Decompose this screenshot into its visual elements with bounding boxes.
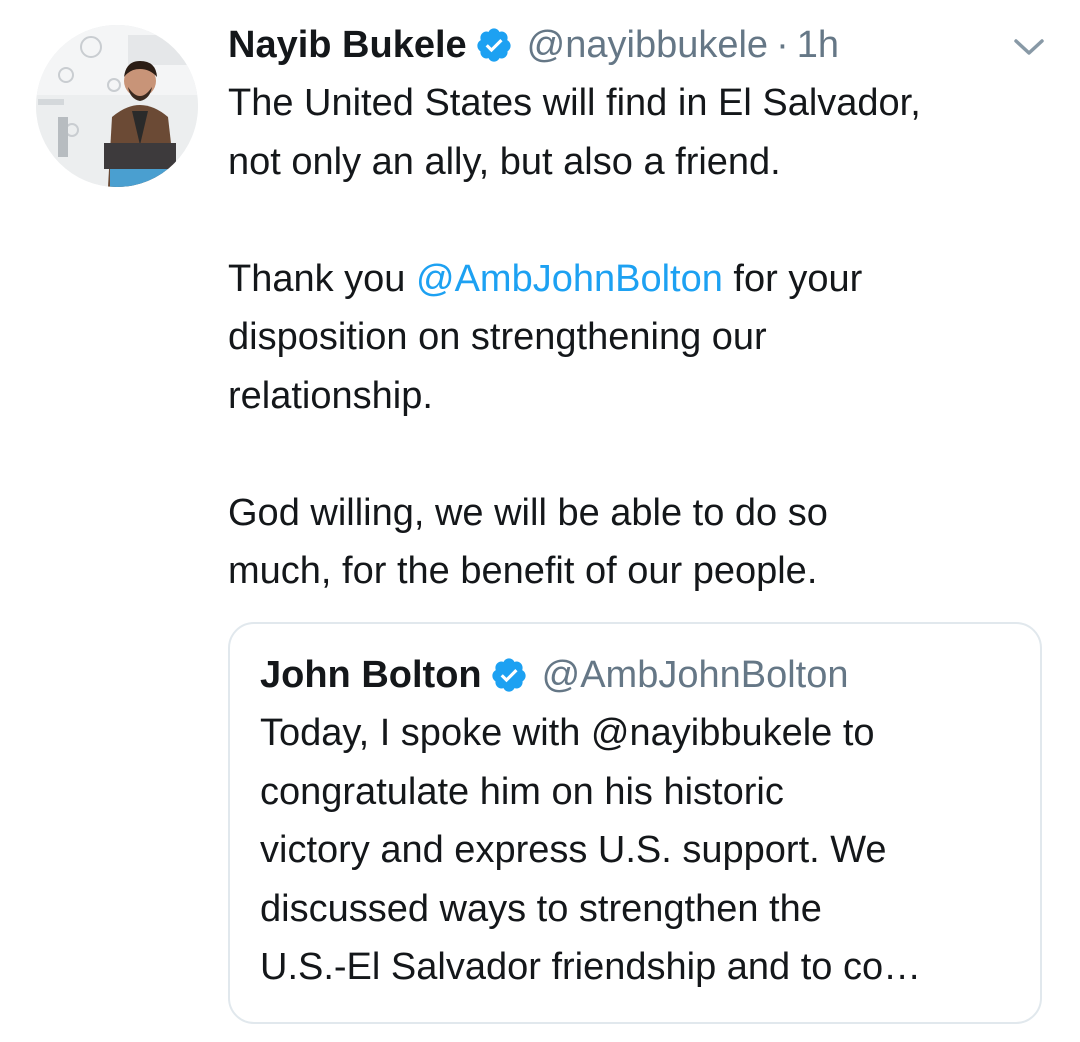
tweet[interactable]: Nayib Bukele @nayibbukele · 1h The Unite… [0,0,1080,1042]
quoted-text-line: victory and express U.S. support. We [260,829,887,871]
quoted-text-line: discussed ways to strengthen the [260,887,822,930]
tweet-text-line: disposition on strengthening our [228,316,767,358]
chevron-down-icon[interactable] [1012,34,1046,60]
tweet-text-line: relationship. [228,374,433,417]
tweet-text-line: God willing, we will be able to do so [228,491,828,534]
quoted-text-line: Today, I spoke with @nayibbukele to [260,712,875,754]
tweet-text-line: The United States will find in El Salvad… [228,82,921,124]
separator-dot: · [776,24,789,66]
tweet-body: The United States will find in El Salvad… [228,74,1048,601]
quoted-text-line: congratulate him on his historic [260,770,784,813]
author-name[interactable]: Nayib Bukele [228,20,467,70]
quoted-author-name: John Bolton [260,654,482,696]
text-segment: for your [722,257,863,300]
mention-link[interactable]: @AmbJohnBolton [416,258,723,300]
verified-badge-icon [491,658,526,692]
tweet-text-line: Thank you @AmbJohnBolton for your [228,250,1048,309]
quoted-author-handle: @AmbJohnBolton [541,654,849,696]
quoted-text-line: U.S.-El Salvador friendship and to co… [260,946,922,988]
tweet-text-line: not only an ally, but also a friend. [228,140,781,183]
timestamp[interactable]: 1h [797,20,839,70]
quoted-tweet-header: John Bolton @AmbJohnBolton [260,650,848,700]
author-handle[interactable]: @nayibbukele [527,20,768,70]
text-segment: Thank you [228,257,416,300]
avatar-photo [36,25,198,187]
tweet-text-line: much, for the benefit of our people. [228,550,818,592]
verified-badge-icon [477,28,511,62]
tweet-header: Nayib Bukele @nayibbukele · 1h [228,20,839,70]
avatar[interactable] [36,25,198,187]
quoted-tweet-card[interactable]: John Bolton @AmbJohnBolton Today, I spok… [228,622,1042,1024]
quoted-tweet-body: Today, I spoke with @nayibbukele to cong… [260,704,1030,997]
